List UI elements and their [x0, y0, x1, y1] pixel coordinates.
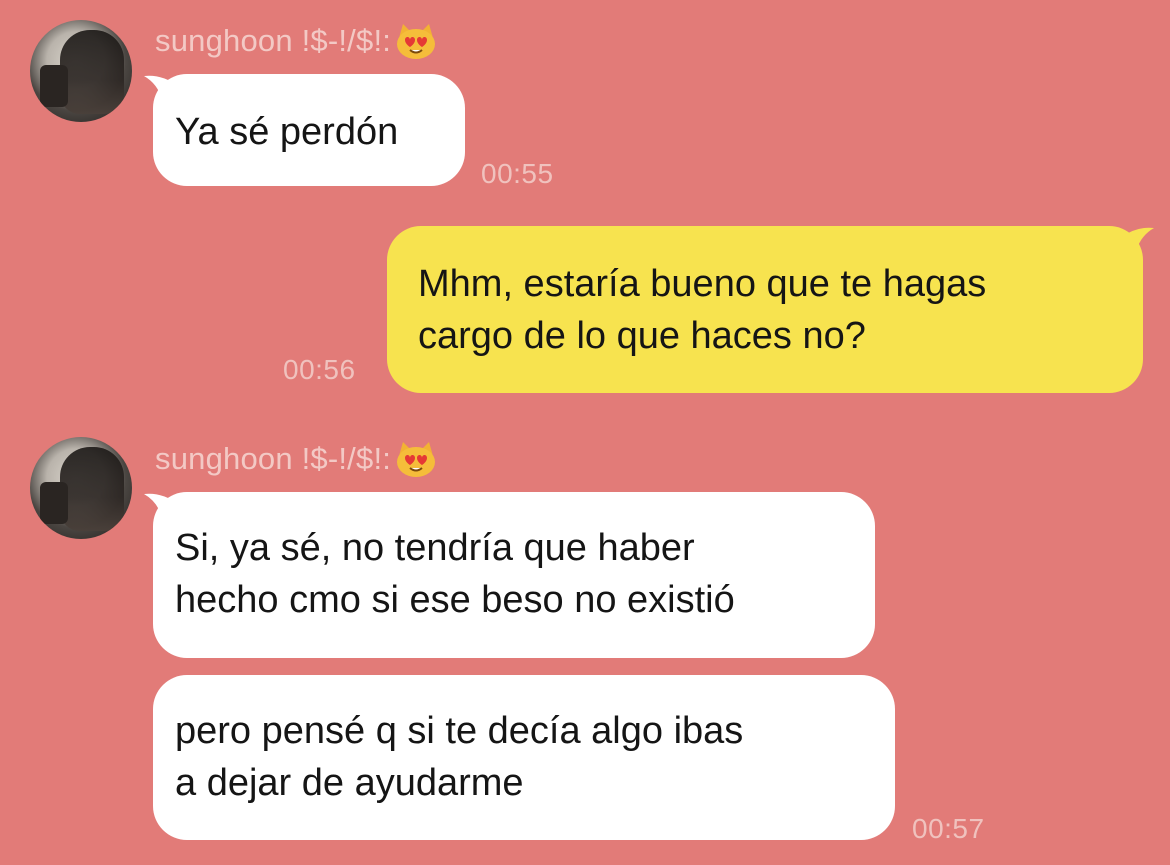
message-text-line: a dejar de ayudarme: [175, 762, 524, 804]
sender-name-text: sunghoon !$-!/$!:: [155, 441, 392, 476]
avatar-photo-hair: [60, 30, 124, 114]
avatar-photo-hair: [60, 447, 124, 531]
sender-name-text: sunghoon !$-!/$!:: [155, 23, 392, 58]
sender-name: sunghoon !$-!/$!:: [155, 22, 437, 60]
message-text-line: Mhm, estaría bueno que te hagas: [418, 263, 987, 305]
message-text-line: cargo de lo que haces no?: [418, 315, 866, 357]
message-timestamp: 00:57: [912, 813, 985, 844]
sender-avatar[interactable]: [30, 437, 132, 539]
message-text: Ya sé perdón: [175, 111, 399, 153]
sender-avatar[interactable]: [30, 20, 132, 122]
avatar-photo-phone: [40, 65, 68, 107]
heart-eyes-cat-emoji: [397, 24, 436, 59]
message-text-line: Si, ya sé, no tendría que haber: [175, 527, 695, 569]
message-bubble-incoming[interactable]: pero pensé q si te decía algo ibas a dej…: [153, 675, 895, 840]
message-bubble-outgoing[interactable]: Mhm, estaría bueno que te hagas cargo de…: [387, 226, 1143, 393]
message-bubble-incoming[interactable]: Si, ya sé, no tendría que haber hecho cm…: [153, 492, 875, 658]
message-text-line: pero pensé q si te decía algo ibas: [175, 710, 744, 752]
message-timestamp: 00:55: [481, 158, 554, 189]
bubble-tail: [1120, 227, 1154, 252]
message-timestamp: 00:56: [283, 354, 356, 385]
message-text-line: hecho cmo si ese beso no existió: [175, 579, 735, 621]
message-bubble-incoming[interactable]: Ya sé perdón: [153, 74, 465, 186]
avatar-photo-phone: [40, 482, 68, 524]
sender-name: sunghoon !$-!/$!:: [155, 440, 437, 478]
heart-eyes-cat-emoji: [397, 442, 436, 477]
